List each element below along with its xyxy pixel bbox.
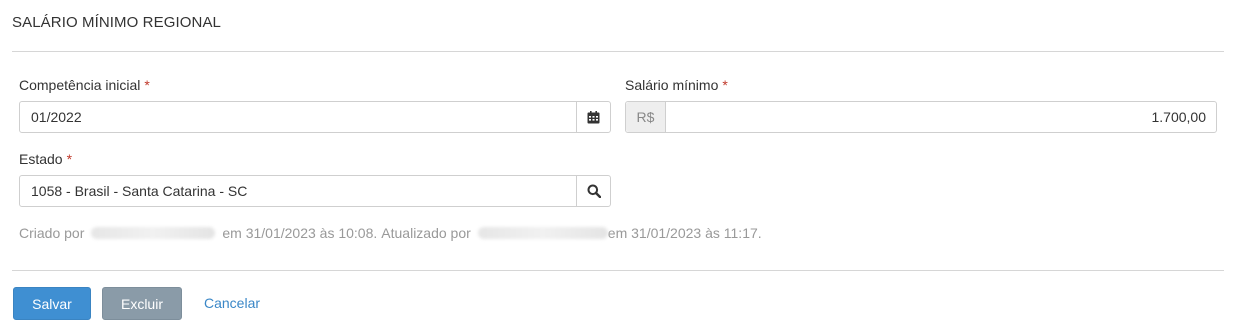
currency-prefix: R$ — [626, 102, 666, 132]
estado-label: Estado * — [19, 151, 72, 167]
calendar-button[interactable] — [576, 102, 610, 132]
required-mark: * — [66, 151, 73, 167]
created-prefix: Criado por — [19, 225, 85, 241]
save-button[interactable]: Salvar — [13, 287, 91, 320]
search-button[interactable] — [576, 176, 610, 206]
redacted-user-updated — [477, 227, 608, 239]
page-title: SALÁRIO MÍNIMO REGIONAL — [12, 14, 222, 31]
competencia-label: Competência inicial * — [19, 77, 150, 93]
delete-button[interactable]: Excluir — [102, 287, 182, 320]
updated-suffix: em 31/01/2023 às 11:17. — [607, 225, 762, 241]
required-mark: * — [144, 77, 150, 93]
salario-label: Salário mínimo * — [625, 77, 728, 93]
competencia-field[interactable]: 01/2022 — [19, 101, 611, 133]
cancel-link[interactable]: Cancelar — [204, 295, 260, 311]
estado-input[interactable]: 1058 - Brasil - Santa Catarina - SC — [20, 183, 576, 199]
calendar-icon — [587, 110, 600, 123]
search-icon — [587, 184, 601, 198]
divider-bottom — [12, 270, 1224, 271]
competencia-label-text: Competência inicial — [19, 77, 141, 93]
created-suffix: em 31/01/2023 às 10:08. — [222, 225, 378, 241]
salario-field[interactable]: R$ 1.700,00 — [625, 101, 1217, 133]
updated-prefix: Atualizado por — [381, 225, 471, 241]
competencia-input[interactable]: 01/2022 — [20, 109, 576, 125]
salario-input[interactable]: 1.700,00 — [666, 109, 1216, 125]
divider-top — [12, 51, 1224, 52]
audit-info: Criado por em 31/01/2023 às 10:08. Atual… — [19, 225, 762, 241]
estado-field[interactable]: 1058 - Brasil - Santa Catarina - SC — [19, 175, 611, 207]
salario-label-text: Salário mínimo — [625, 77, 719, 93]
required-mark: * — [722, 77, 728, 93]
redacted-user-created — [91, 227, 216, 239]
estado-label-text: Estado — [19, 151, 63, 167]
